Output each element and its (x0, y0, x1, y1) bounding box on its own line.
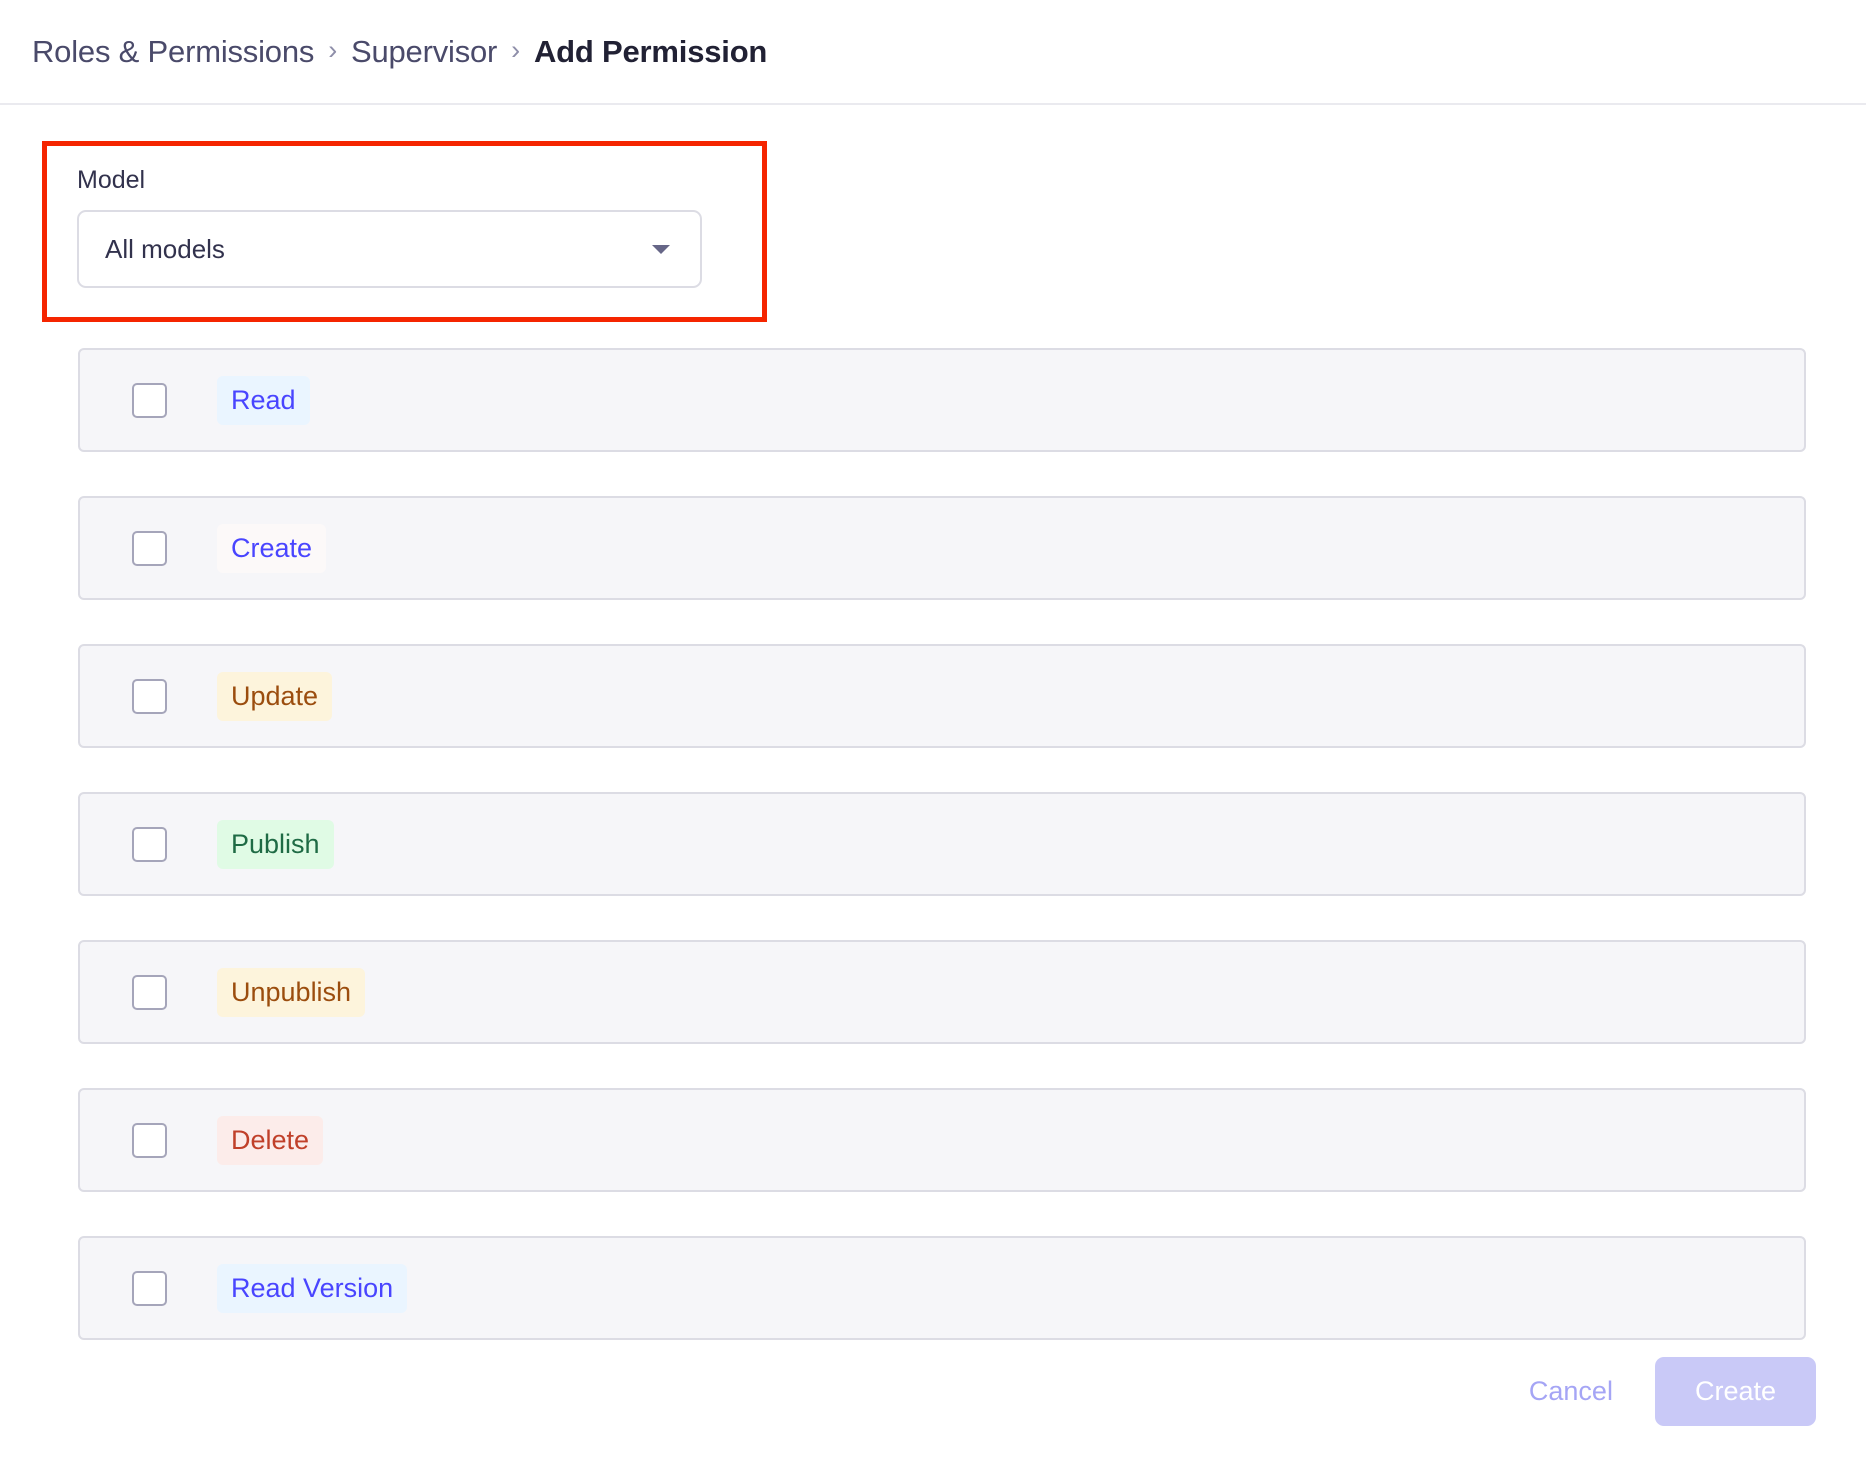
model-select[interactable]: All models (77, 210, 702, 288)
permission-row[interactable]: Create (78, 496, 1806, 600)
permission-checkbox[interactable] (132, 531, 167, 566)
form-actions: Cancel Create (1529, 1357, 1816, 1426)
permission-badge: Read (217, 376, 310, 425)
permission-badge: Read Version (217, 1264, 407, 1313)
breadcrumb-item-add-permission: Add Permission (534, 34, 767, 70)
permission-checkbox[interactable] (132, 1123, 167, 1158)
permission-checkbox[interactable] (132, 1271, 167, 1306)
breadcrumb-item-supervisor[interactable]: Supervisor (351, 34, 497, 70)
permission-row[interactable]: Publish (78, 792, 1806, 896)
breadcrumb-item-roles-permissions[interactable]: Roles & Permissions (32, 34, 314, 70)
permission-badge: Update (217, 672, 332, 721)
permission-checkbox[interactable] (132, 679, 167, 714)
cancel-button[interactable]: Cancel (1529, 1376, 1613, 1407)
permission-row[interactable]: Update (78, 644, 1806, 748)
permission-checkbox[interactable] (132, 827, 167, 862)
chevron-right-icon: › (328, 37, 337, 64)
permission-badge: Unpublish (217, 968, 365, 1017)
permission-row[interactable]: Delete (78, 1088, 1806, 1192)
permission-badge: Delete (217, 1116, 323, 1165)
permission-badge: Publish (217, 820, 334, 869)
permission-list: Read Create Update Publish Unpublish Delete Re… (78, 348, 1806, 1384)
model-section-highlight: Model All models (42, 141, 767, 322)
model-label: Model (77, 168, 145, 193)
model-select-value: All models (105, 234, 652, 265)
permission-row[interactable]: Read Version (78, 1236, 1806, 1340)
permission-row[interactable]: Read (78, 348, 1806, 452)
breadcrumb: Roles & Permissions › Supervisor › Add P… (32, 34, 767, 70)
permission-checkbox[interactable] (132, 383, 167, 418)
permission-badge: Create (217, 524, 326, 573)
page-header: Roles & Permissions › Supervisor › Add P… (0, 0, 1866, 105)
chevron-right-icon-2: › (511, 37, 520, 64)
create-button[interactable]: Create (1655, 1357, 1816, 1426)
permission-checkbox[interactable] (132, 975, 167, 1010)
chevron-down-icon (652, 245, 670, 254)
permission-row[interactable]: Unpublish (78, 940, 1806, 1044)
